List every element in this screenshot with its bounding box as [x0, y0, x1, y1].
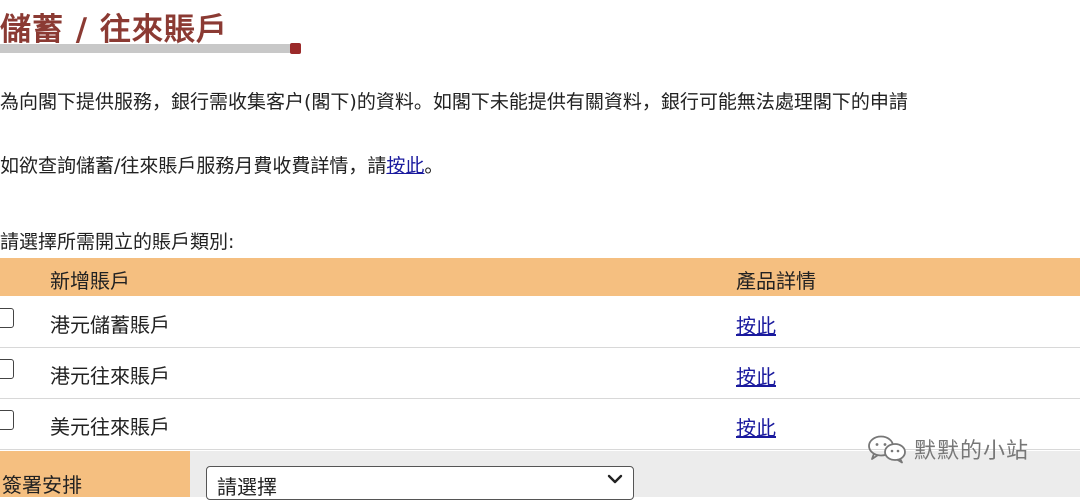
signing-select-value: 請選擇 — [217, 475, 277, 499]
signing-label-cell: 簽署安排 — [0, 451, 190, 497]
fees-link[interactable]: 按此 — [386, 155, 424, 177]
product-details-link[interactable]: 按此 — [736, 412, 776, 441]
account-table-header: 新增賬戶 產品詳情 — [0, 258, 1080, 296]
account-name: 港元往來賬戶 — [50, 364, 170, 388]
watermark-text: 默默的小站 — [914, 439, 1030, 464]
wechat-icon — [868, 435, 906, 464]
header-product-details: 產品詳情 — [736, 269, 816, 293]
account-name: 港元儲蓄賬戶 — [50, 313, 170, 337]
hkd-savings-checkbox[interactable] — [0, 308, 14, 328]
signing-arrangement-select[interactable]: 請選擇 — [206, 466, 634, 500]
signing-label: 簽署安排 — [2, 473, 82, 497]
hkd-current-checkbox[interactable] — [0, 359, 14, 379]
fees-text-after: 。 — [424, 155, 444, 177]
fees-text-before: 如欲查詢儲蓄/往來賬戶服務月費收費詳情，請 — [0, 155, 387, 177]
title-underline — [0, 44, 292, 53]
watermark: 默默的小站 — [866, 431, 1029, 467]
product-details-link[interactable]: 按此 — [736, 361, 776, 390]
chevron-down-icon — [607, 474, 623, 484]
account-type-prompt: 請選擇所需開立的賬戶類別: — [0, 231, 235, 253]
table-row: 港元往來賬戶 按此 — [0, 348, 1080, 399]
intro-text: 為向閣下提供服務，銀行需收集客户(閣下)的資料。如閣下未能提供有關資料，銀行可能… — [0, 91, 908, 113]
product-details-link[interactable]: 按此 — [736, 310, 776, 339]
page-title: 儲蓄 / 往來賬戶 — [0, 12, 228, 48]
usd-current-checkbox[interactable] — [0, 410, 14, 430]
title-underline-dot — [290, 43, 301, 54]
account-name: 美元往來賬戶 — [50, 415, 170, 439]
fees-text: 如欲查詢儲蓄/往來賬戶服務月費收費詳情，請按此。 — [0, 151, 443, 178]
header-new-account: 新增賬戶 — [50, 269, 130, 293]
table-row: 港元儲蓄賬戶 按此 — [0, 297, 1080, 348]
